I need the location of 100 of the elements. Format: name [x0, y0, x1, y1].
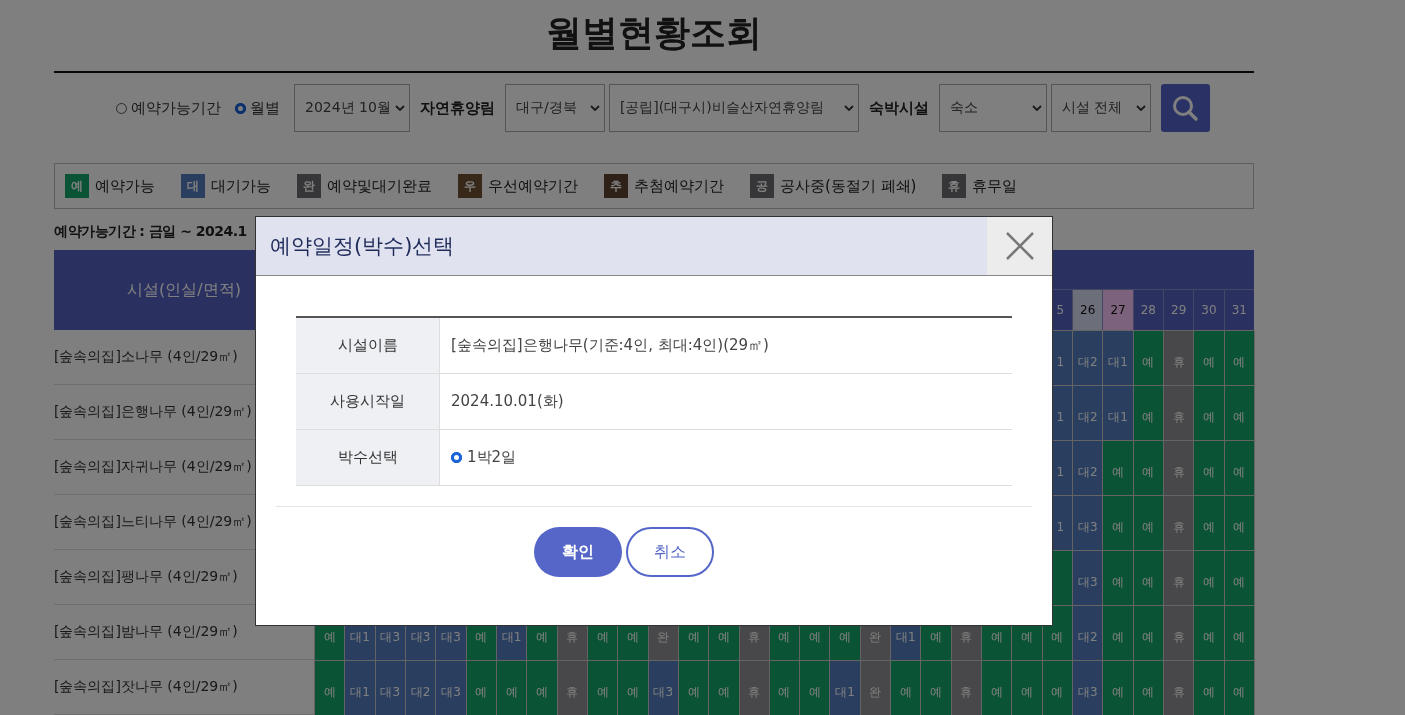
legend-label: 휴무일 — [972, 176, 1018, 196]
search-button[interactable] — [1160, 84, 1210, 132]
status-cell[interactable]: 대3 — [1072, 660, 1104, 715]
cancel-button[interactable]: 취소 — [626, 527, 714, 577]
status-cell[interactable]: 예 — [799, 660, 831, 715]
facility-select[interactable]: 시설 전체 — [1050, 84, 1151, 132]
legend-label: 추첨예약기간 — [634, 176, 724, 196]
status-cell[interactable]: 예 — [314, 660, 346, 715]
legend-badge: 휴 — [942, 174, 967, 198]
status-cell[interactable]: 대2 — [404, 660, 437, 715]
day-header: 30 — [1193, 290, 1224, 330]
status-cell[interactable]: 대2 — [1072, 330, 1104, 386]
legend-label: 예약가능 — [95, 176, 155, 196]
availability-note: 예약가능기간 : 금일 ~ 2024.1 — [54, 222, 247, 241]
status-cell[interactable]: 예 — [981, 660, 1013, 715]
close-button[interactable] — [987, 217, 1052, 275]
status-cell[interactable]: 예 — [1223, 605, 1255, 661]
legend-badge: 추 — [604, 174, 628, 198]
forest-select[interactable]: [공립](대구시)비슬산자연휴양림 — [608, 84, 859, 132]
status-cell[interactable]: 예 — [465, 660, 497, 715]
field-value: 2024.10.01(화) — [451, 392, 564, 411]
nights-radio[interactable]: 1박2일 — [451, 448, 517, 467]
status-cell[interactable]: 대3 — [647, 660, 679, 715]
status-cell[interactable]: 예 — [1223, 550, 1255, 606]
status-cell[interactable]: 대1 — [1102, 330, 1134, 386]
status-cell[interactable]: 예 — [768, 660, 801, 715]
status-cell[interactable]: 예 — [1193, 605, 1225, 661]
status-cell[interactable]: 예 — [1223, 495, 1255, 551]
status-cell[interactable]: 예 — [1223, 385, 1255, 441]
search-icon — [1171, 94, 1200, 122]
legend-label: 예약및대기완료 — [327, 176, 432, 196]
facility-label: 숙박시설 — [868, 98, 929, 118]
period-radio[interactable]: 월별 — [235, 98, 280, 118]
legend-label: 대기가능 — [211, 176, 271, 196]
field-label: 박수선택 — [296, 430, 440, 485]
page-title: 월별현황조회 — [54, 0, 1254, 73]
status-cell[interactable]: 예 — [1132, 330, 1165, 386]
legend-badge: 공 — [750, 174, 774, 198]
legend-badge: 우 — [458, 174, 482, 198]
status-cell[interactable]: 예 — [1132, 550, 1165, 606]
status-cell[interactable]: 예 — [495, 660, 528, 715]
forest-label: 자연휴양림 — [419, 98, 495, 118]
field-label: 시설이름 — [296, 318, 440, 373]
day-header: 31 — [1223, 290, 1254, 330]
status-cell[interactable]: 예 — [1102, 550, 1134, 606]
status-cell[interactable]: 대1 — [1102, 385, 1134, 441]
status-cell[interactable]: 대3 — [435, 660, 467, 715]
status-cell[interactable]: 예 — [1223, 440, 1255, 496]
status-cell[interactable]: 예 — [1223, 330, 1255, 386]
status-cell[interactable]: 예 — [890, 660, 922, 715]
status-cell[interactable]: 대2 — [1072, 605, 1104, 661]
legend-label: 우선예약기간 — [488, 176, 578, 196]
chevron-icon — [1135, 105, 1146, 111]
status-cell[interactable]: 예 — [1102, 605, 1134, 661]
close-icon — [1004, 231, 1035, 261]
legend-badge: 완 — [297, 174, 321, 198]
status-cell[interactable]: 예 — [1102, 660, 1134, 715]
status-cell[interactable]: 예 — [1041, 660, 1074, 715]
status-cell[interactable]: 예 — [1011, 660, 1043, 715]
chevron-icon — [589, 105, 600, 111]
status-cell[interactable]: 예 — [708, 660, 740, 715]
status-cell[interactable]: 예 — [1193, 385, 1225, 441]
legend-label: 공사중(동절기 폐쇄) — [780, 176, 917, 196]
period-radio[interactable]: 예약가능기간 — [116, 98, 221, 118]
status-cell[interactable]: 예 — [1102, 440, 1134, 496]
confirm-button[interactable]: 확인 — [534, 527, 622, 577]
chevron-icon — [843, 105, 854, 111]
legend-badge: 예 — [65, 174, 89, 198]
chevron-icon — [394, 105, 405, 111]
status-cell[interactable]: 예 — [1132, 605, 1165, 661]
status-cell[interactable]: 대3 — [374, 660, 406, 715]
status-cell[interactable]: 대2 — [1072, 385, 1104, 441]
status-cell[interactable]: 예 — [1193, 495, 1225, 551]
status-cell[interactable]: 예 — [586, 660, 619, 715]
status-cell[interactable]: 대2 — [1072, 440, 1104, 496]
status-cell[interactable]: 예 — [1193, 550, 1225, 606]
day-header: 29 — [1163, 290, 1194, 330]
status-cell[interactable]: 대1 — [344, 660, 376, 715]
status-cell[interactable]: 예 — [1223, 660, 1255, 715]
status-cell[interactable]: 예 — [526, 660, 558, 715]
month-select[interactable]: 2024년 10월 — [294, 84, 410, 132]
legend-badge: 대 — [181, 174, 205, 198]
status-cell[interactable]: 예 — [1102, 495, 1134, 551]
status-cell[interactable]: 예 — [1193, 660, 1225, 715]
status-cell[interactable]: 예 — [617, 660, 649, 715]
status-cell[interactable]: 예 — [920, 660, 952, 715]
status-cell[interactable]: 예 — [1193, 440, 1225, 496]
status-cell[interactable]: 예 — [1193, 330, 1225, 386]
status-cell[interactable]: 예 — [1132, 660, 1165, 715]
status-cell[interactable]: 예 — [1132, 385, 1165, 441]
region-select[interactable]: 대구/경북 — [504, 84, 605, 132]
status-cell[interactable]: 예 — [1132, 495, 1165, 551]
status-cell[interactable]: 예 — [677, 660, 710, 715]
day-header: 26 — [1072, 290, 1103, 330]
status-cell[interactable]: 대3 — [1072, 495, 1104, 551]
facility-type-select[interactable]: 숙소 — [938, 84, 1047, 132]
field-label: 사용시작일 — [296, 374, 440, 429]
status-cell[interactable]: 대3 — [1072, 550, 1104, 606]
status-cell[interactable]: 예 — [1132, 440, 1165, 496]
status-cell[interactable]: 대1 — [829, 660, 861, 715]
